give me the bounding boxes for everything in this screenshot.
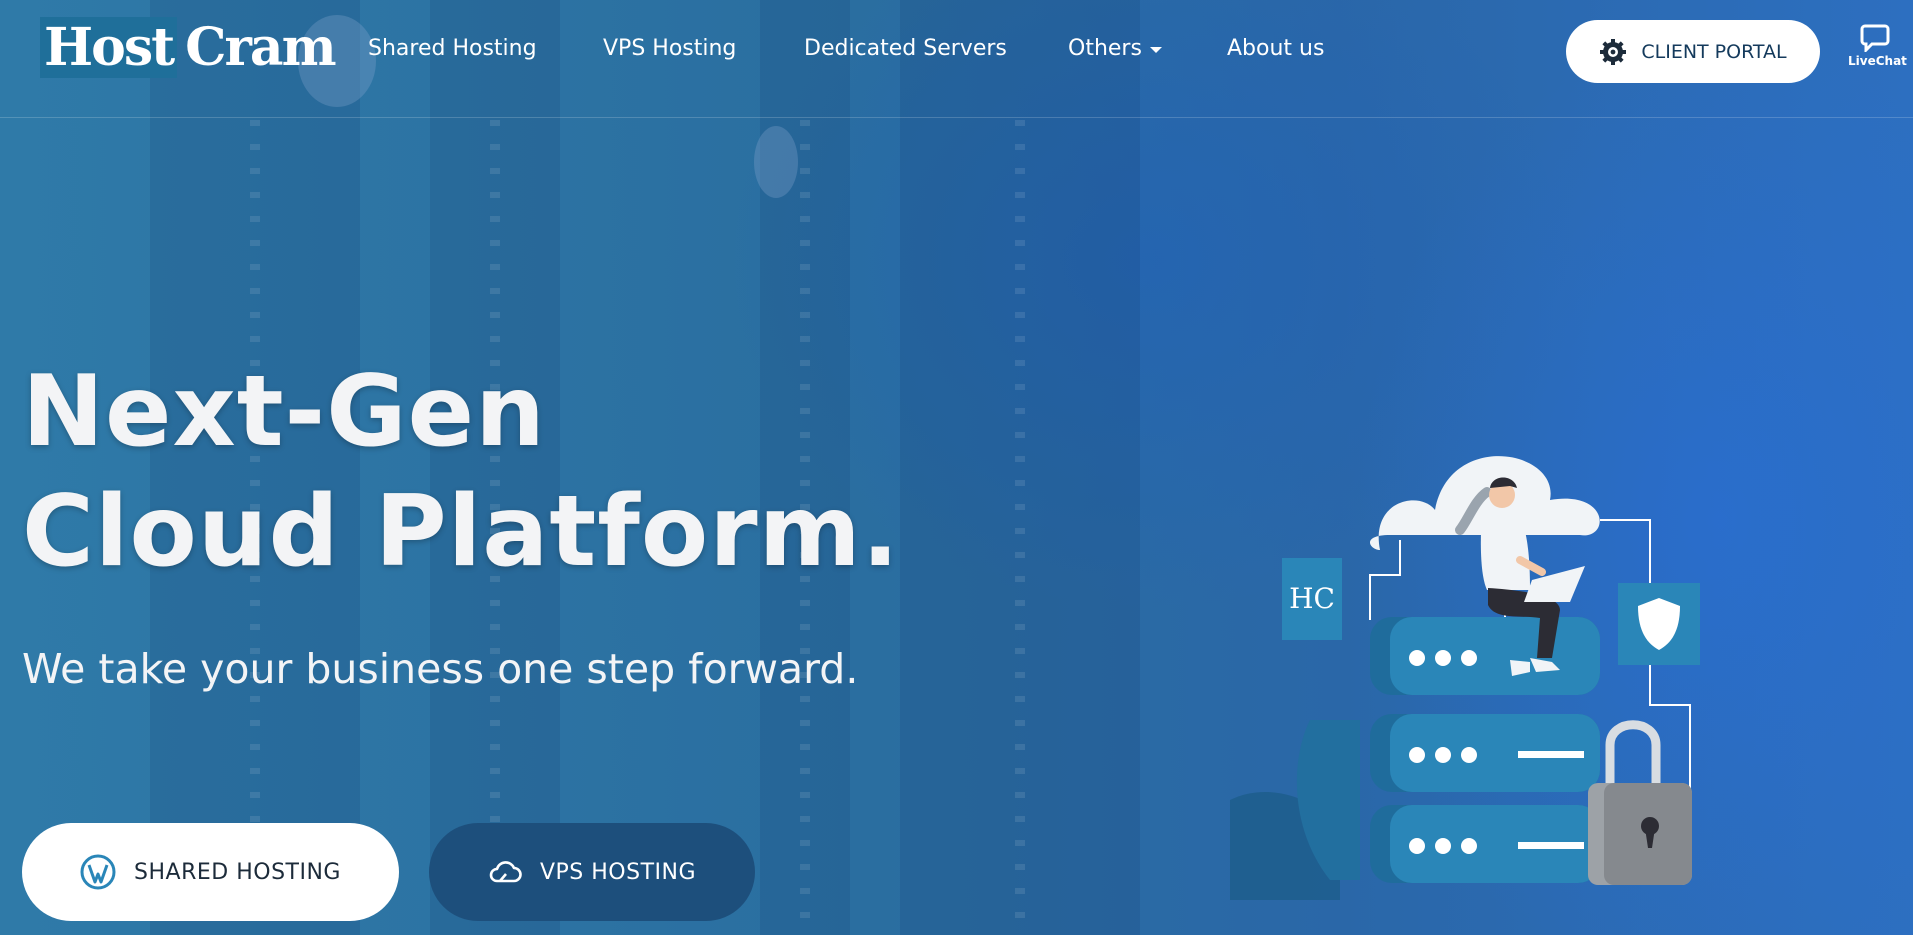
cloud-server-illustration: HC (1230, 456, 1700, 900)
livechat-button[interactable]: LiveChat (1848, 24, 1907, 68)
shared-hosting-button[interactable]: SHARED HOSTING (22, 823, 399, 921)
cloud-icon (489, 861, 522, 883)
hero-title-line2: Cloud Platform. (22, 475, 900, 589)
nav-others-label: Others (1068, 36, 1142, 61)
site-logo[interactable]: Host Cram (40, 16, 337, 78)
nav-vps-hosting[interactable]: VPS Hosting (603, 36, 736, 61)
vps-hosting-button[interactable]: VPS HOSTING (429, 823, 755, 921)
caret-down-icon (1149, 47, 1162, 53)
nav-dedicated-servers[interactable]: Dedicated Servers (804, 36, 1007, 61)
hero-title-line1: Next-Gen (22, 355, 546, 469)
client-portal-button[interactable]: CLIENT PORTAL (1566, 20, 1820, 83)
server-rack-decoration (900, 0, 1140, 935)
client-portal-label: CLIENT PORTAL (1641, 40, 1787, 63)
padlock-icon (1588, 720, 1692, 885)
hc-tag: HC (1289, 582, 1335, 615)
nav-about-us[interactable]: About us (1227, 36, 1324, 61)
wordpress-icon (80, 854, 116, 890)
dell-badge-decoration (754, 126, 798, 198)
logo-cram: Cram (185, 16, 336, 78)
gear-icon (1600, 38, 1627, 65)
nav-shared-hosting[interactable]: Shared Hosting (368, 36, 537, 61)
livechat-label: LiveChat (1848, 54, 1907, 68)
logo-host: Host (40, 16, 178, 78)
shared-hosting-label: SHARED HOSTING (134, 859, 341, 885)
nav-others-dropdown[interactable]: Others (1068, 36, 1162, 61)
hero-subtitle: We take your business one step forward. (22, 645, 859, 693)
vps-hosting-label: VPS HOSTING (539, 859, 697, 885)
chat-bubble-icon (1860, 24, 1890, 52)
